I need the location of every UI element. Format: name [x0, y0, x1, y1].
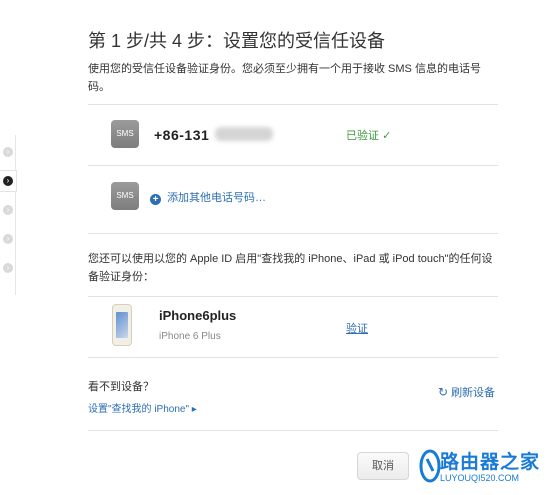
step-5-dot[interactable]: ›: [3, 263, 13, 273]
step-3-dot[interactable]: ›: [3, 205, 13, 215]
check-icon: ✓: [382, 130, 392, 142]
refresh-devices-button[interactable]: ↻ 刷新设备: [438, 384, 495, 400]
step-4-dot[interactable]: ›: [3, 234, 13, 244]
step-1-dot[interactable]: ›: [3, 147, 13, 157]
divider: [88, 104, 498, 105]
refresh-icon: ↻: [438, 385, 449, 399]
divider: [88, 165, 498, 166]
plus-circle-icon: +: [150, 194, 161, 205]
verified-label: 已验证: [346, 130, 379, 142]
cant-see-device-label: 看不到设备？: [88, 381, 154, 393]
phone-number: +86-131: [154, 127, 210, 143]
arrow-right-icon: ▸: [191, 404, 197, 415]
watermark-icon: [419, 449, 441, 483]
divider: [88, 430, 498, 431]
setup-find-my-iphone-link[interactable]: 设置"查找我的 iPhone" ▸: [88, 400, 197, 415]
cancel-button[interactable]: 取消: [357, 452, 409, 480]
sms-icon: SMS: [111, 120, 139, 148]
verified-status: 已验证 ✓: [346, 127, 391, 143]
setup-link-label: 设置"查找我的 iPhone": [88, 404, 190, 415]
divider: [88, 357, 498, 358]
add-phone-link[interactable]: + 添加其他电话号码…: [150, 189, 266, 205]
divider: [88, 233, 498, 234]
page-title: 第 1 步/共 4 步：设置您的受信任设备: [88, 31, 386, 51]
device-name: iPhone6plus: [159, 308, 237, 323]
redacted-number: [215, 127, 273, 141]
refresh-label: 刷新设备: [451, 387, 496, 399]
watermark-text: 路由器之家: [440, 452, 541, 473]
find-my-iphone-description: 您还可以使用以您的 Apple ID 启用"查找我的 iPhone、iPad 或…: [88, 253, 493, 283]
iphone-device-icon: [112, 304, 132, 346]
device-model: iPhone 6 Plus: [159, 331, 221, 342]
divider: [88, 296, 498, 297]
iphone-screen: [116, 312, 128, 338]
page-description: 使用您的受信任设备验证身份。您必须至少拥有一个用于接收 SMS 信息的电话号码。: [88, 63, 481, 93]
step-2-dot[interactable]: ›: [3, 176, 13, 186]
add-phone-label: 添加其他电话号码…: [167, 192, 267, 204]
watermark-logo: 路由器之家 LUYOUQI520.COM: [418, 443, 548, 491]
verify-device-link[interactable]: 验证: [346, 320, 368, 336]
watermark-url: LUYOUQI520.COM: [440, 473, 520, 483]
sms-icon: SMS: [111, 182, 139, 210]
